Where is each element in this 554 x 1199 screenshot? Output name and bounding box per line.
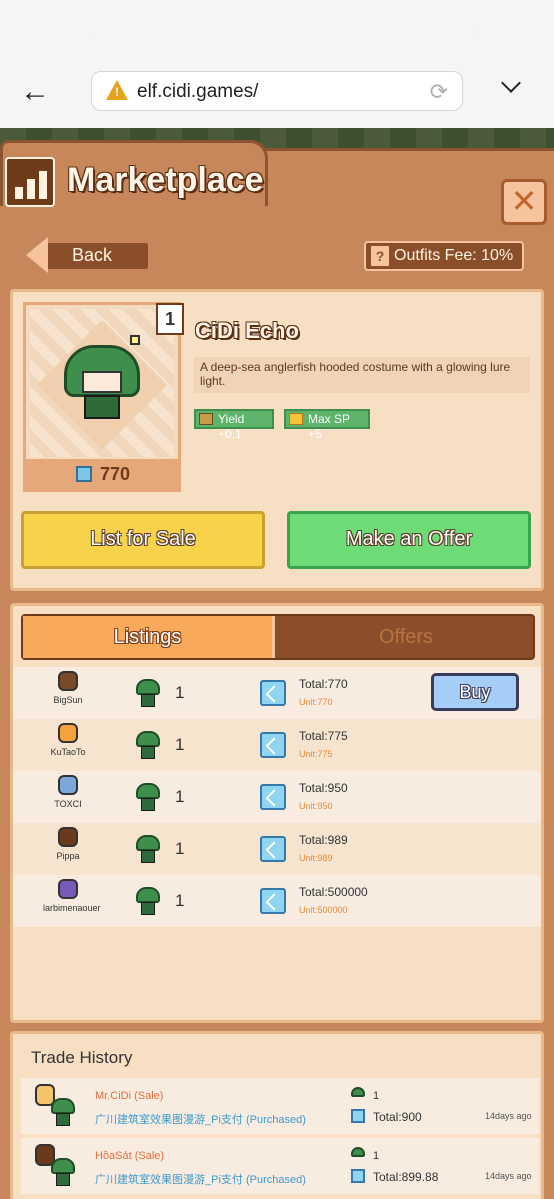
chart-growth-icon [5,157,55,207]
item-count-badge: 1 [156,303,184,335]
back-button[interactable]: Back [26,237,148,273]
listings-panel: Listings Offers BigSun 1 Total:770 Unit:… [10,603,544,1023]
listing-unit: Unit:500000 [299,905,348,915]
costume-icon [351,1147,365,1163]
item-description: A deep-sea anglerfish hooded costume wit… [194,357,530,393]
history-buyer[interactable]: 广川建筑室效果图漫游_Pi支付 (Purchased) [95,1111,306,1127]
history-total: Total:900 [373,1110,422,1124]
history-avatar [35,1144,77,1188]
costume-icon [136,731,160,759]
listing-total: Total:500000 [299,885,368,899]
tab-offers[interactable]: Offers [277,616,535,658]
listing-row: TOXCI 1 Total:950 Unit:950 [13,771,541,823]
listing-total: Total:770 [299,677,348,691]
item-price: 770 [100,464,131,484]
game-area: ✕ Back ? Outfits Fee: 10% 1 770 CiDi Ech… [0,128,554,1199]
address-bar[interactable]: ! elf.cidi.games/ ⟳ [91,71,463,111]
history-buyer[interactable]: 广川建筑室效果图漫游_Pi支付 (Purchased) [95,1171,306,1187]
gem-icon [260,680,286,706]
url-bar-row: ← ! elf.cidi.games/ ⟳ [0,60,554,128]
item-portrait: 1 770 [23,302,184,492]
history-qty: 1 [373,1150,380,1162]
costume-icon [351,1087,365,1103]
back-label: Back [72,245,113,265]
listing-row: BigSun 1 Total:770 Unit:770 Buy [13,667,541,719]
item-name: CiDi Echo [195,318,299,343]
buy-button[interactable]: Buy [431,673,519,711]
lightning-icon [289,413,303,425]
listing-unit: Unit:775 [299,749,333,759]
outfits-fee-box[interactable]: ? Outfits Fee: 10% [364,241,524,271]
history-row: HồaSát (Sale) 广川建筑室效果图漫游_Pi支付 (Purchased… [21,1138,539,1194]
costume-icon [136,783,160,811]
item-price-bar: 770 [26,459,178,489]
warning-icon: ! [106,80,128,100]
seller-avatar: larbimenaouer [43,879,101,925]
seller-avatar: Pippa [43,827,93,873]
gem-icon [260,888,286,914]
status-time: 10:49 [40,20,102,45]
listing-qty: 1 [175,891,185,910]
history-time: 14days ago [485,1171,532,1181]
listing-unit: Unit:770 [299,697,333,707]
history-seller[interactable]: Mr.CiDi (Sale) [95,1090,163,1102]
item-card: 1 770 CiDi Echo A deep-sea anglerfish ho… [10,289,544,591]
listing-row: larbimenaouer 1 Total:500000 Unit:500000 [13,875,541,927]
gem-icon [260,836,286,862]
gem-icon [260,784,286,810]
question-icon: ? [371,246,389,266]
make-offer-button[interactable]: Make an Offer [287,511,531,569]
wood-icon [199,413,213,425]
gem-icon [260,732,286,758]
history-row: Mr.CiDi (Sale) 广川建筑室效果图漫游_Pi支付 (Purchase… [21,1078,539,1134]
seller-avatar: TOXCI [43,775,93,821]
max-sp-tag: Max SP +5 [284,409,370,441]
seller-avatar: BigSun [43,671,93,717]
outfits-fee-text: Outfits Fee: 10% [394,247,514,264]
trade-history-panel: Trade History Mr.CiDi (Sale) 广川建筑室效果图漫游_… [10,1031,544,1199]
history-time: 14days ago [485,1111,532,1121]
listing-qty: 1 [175,787,185,806]
history-qty: 1 [373,1090,380,1102]
listings-table: BigSun 1 Total:770 Unit:770 Buy KuTaoTo … [13,667,541,927]
seller-avatar: KuTaoTo [43,723,93,769]
gem-icon [76,466,92,482]
trade-history-title: Trade History [31,1048,133,1067]
listing-total: Total:989 [299,833,348,847]
back-arrow-icon [26,237,48,273]
close-button[interactable]: ✕ [501,179,547,225]
listing-qty: 1 [175,839,185,858]
history-total: Total:899.88 [373,1170,439,1184]
tab-listings[interactable]: Listings [23,616,275,658]
anglerfish-costume-image [64,335,140,419]
listing-unit: Unit:989 [299,853,333,863]
listing-row: KuTaoTo 1 Total:775 Unit:775 [13,719,541,771]
listing-qty: 1 [175,735,185,754]
page-title: Marketplace [67,161,264,199]
listing-qty: 1 [175,683,185,702]
listing-row: Pippa 1 Total:989 Unit:989 [13,823,541,875]
costume-icon [136,835,160,863]
costume-icon [136,887,160,915]
status-network: 4G 100 [471,24,525,41]
listing-unit: Unit:950 [299,801,333,811]
title-tab: Marketplace [0,140,268,207]
costume-icon [136,679,160,707]
list-for-sale-button[interactable]: List for Sale [21,511,265,569]
history-seller[interactable]: HồaSát (Sale) [95,1150,164,1162]
browser-back-icon[interactable]: ← [20,77,54,108]
listing-total: Total:775 [299,729,348,743]
yield-tag: Yield +0.1 [194,409,274,441]
gem-icon [351,1169,365,1183]
reload-icon[interactable]: ⟳ [430,79,448,105]
history-avatar [35,1084,77,1128]
status-bar: 10:49 4G 100 [0,0,554,60]
url-text: elf.cidi.games/ [137,81,259,102]
tab-bar: Listings Offers [21,614,535,660]
listing-total: Total:950 [299,781,348,795]
marketplace-panel: ✕ Back ? Outfits Fee: 10% 1 770 CiDi Ech… [0,148,554,1199]
gem-icon [351,1109,365,1123]
browser-chrome: 10:49 4G 100 ← ! elf.cidi.games/ ⟳ [0,0,554,128]
chevron-down-icon[interactable] [501,73,521,93]
